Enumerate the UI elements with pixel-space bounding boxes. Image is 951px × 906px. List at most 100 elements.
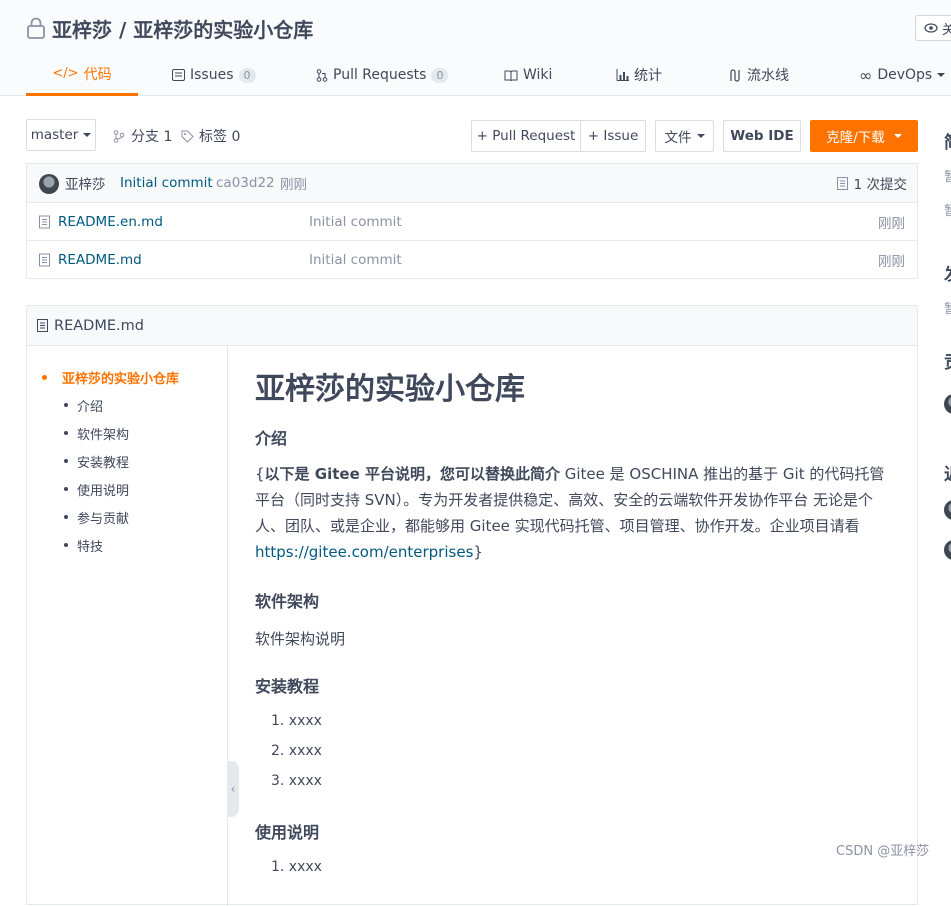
bar-chart-icon — [616, 69, 629, 81]
readme-header: README.md — [27, 306, 917, 346]
lock-icon — [27, 17, 45, 39]
repo-title[interactable]: 亚梓莎 / 亚梓莎的实验小仓库 — [52, 14, 313, 43]
file-icon — [39, 253, 50, 267]
toc-item[interactable]: 软件架构 — [63, 424, 129, 443]
heading-install: 安装教程 — [255, 677, 320, 696]
chevron-down-icon — [893, 134, 902, 138]
clone-download-button[interactable]: 克隆/下载 — [810, 120, 918, 152]
file-commit-message[interactable]: Initial commit — [309, 252, 402, 268]
readme-toc: 亚梓莎的实验小仓库 介绍 软件架构 安装教程 使用说明 参与贡献 特技 — [27, 346, 228, 906]
sidebar-heading: 近 — [944, 460, 951, 485]
code-icon: </> — [52, 66, 79, 81]
file-row[interactable]: README.en.md Initial commit 刚刚 — [27, 203, 917, 241]
heading-architecture: 软件架构 — [255, 592, 320, 611]
file-row[interactable]: README.md Initial commit 刚刚 — [27, 241, 917, 279]
tab-code-label: 代码 — [83, 66, 112, 83]
commit-count-label: 1 次提交 — [853, 177, 907, 193]
file-name-link[interactable]: README.en.md — [58, 214, 163, 230]
tags-label: 标签 0 — [199, 129, 241, 145]
heading-usage: 使用说明 — [255, 823, 320, 842]
tab-pipeline[interactable]: 流水线 — [729, 54, 789, 96]
repo-nav: </> 代码 Issues 0 Pull Requests 0 Wiki 统计 … — [26, 54, 951, 96]
readme-panel: README.md 亚梓莎的实验小仓库 介绍 软件架构 安装教程 使用说明 参与… — [26, 305, 918, 906]
avatar[interactable] — [944, 500, 951, 520]
toc-item[interactable]: 参与贡献 — [63, 508, 129, 527]
branch-select-label: master — [30, 127, 79, 143]
file-list: 亚梓莎 Initial commit ca03d22 刚刚 1 次提交 READ… — [26, 163, 918, 279]
toc-item[interactable]: 亚梓莎的实验小仓库 — [41, 368, 179, 387]
avatar[interactable] — [39, 174, 59, 194]
commit-time: 刚刚 — [280, 177, 307, 193]
sidebar-heading: 贡 — [944, 348, 951, 373]
clone-download-label: 克隆/下载 — [826, 130, 885, 146]
sidebar-text: 暂 — [944, 302, 951, 317]
commit-author[interactable]: 亚梓莎 — [65, 173, 106, 193]
avatar[interactable] — [944, 394, 951, 414]
toc-item[interactable]: 介绍 — [63, 396, 103, 415]
watch-label: 关 — [942, 22, 951, 38]
sidebar-heading: 简 — [944, 128, 951, 153]
sidebar-text: 暂 — [944, 204, 951, 219]
file-name-link[interactable]: README.md — [58, 252, 142, 268]
readme-filename: README.md — [54, 317, 144, 334]
file-commit-message[interactable]: Initial commit — [309, 214, 402, 230]
sidebar-heading: 发 — [944, 260, 951, 285]
chevron-left-icon: ‹ — [230, 782, 236, 796]
web-ide-button[interactable]: Web IDE — [723, 120, 801, 152]
file-commit-time: 刚刚 — [878, 254, 905, 270]
branches-label: 分支 1 — [131, 129, 173, 145]
commit-count-link[interactable]: 1 次提交 — [836, 173, 907, 193]
toc-collapse-toggle[interactable]: ‹ — [227, 761, 239, 817]
chevron-down-icon — [696, 134, 705, 138]
tab-pipeline-label: 流水线 — [747, 68, 789, 84]
commit-hash[interactable]: ca03d22 — [216, 175, 275, 191]
document-icon — [836, 176, 848, 190]
readme-title: 亚梓莎的实验小仓库 — [255, 372, 525, 407]
new-issue-button[interactable]: + Issue — [580, 120, 646, 152]
files-menu-label: 文件 — [664, 130, 692, 146]
tab-devops-label: DevOps — [877, 67, 933, 83]
file-icon — [39, 215, 50, 228]
tab-pull-requests[interactable]: Pull Requests 0 — [316, 54, 449, 96]
tab-stats[interactable]: 统计 — [616, 54, 662, 96]
list-item: 1. xxxx — [271, 713, 322, 729]
branch-icon — [113, 129, 125, 143]
files-menu-button[interactable]: 文件 — [655, 120, 714, 152]
pipeline-icon — [730, 68, 740, 82]
new-pull-request-button[interactable]: + Pull Request — [471, 120, 581, 152]
heading-intro: 介绍 — [255, 429, 288, 448]
book-icon — [504, 70, 518, 81]
pull-request-icon — [316, 68, 328, 82]
chevron-down-icon — [83, 133, 92, 137]
tab-code[interactable]: </> 代码 — [26, 54, 138, 96]
tab-issues[interactable]: Issues 0 — [172, 54, 256, 96]
list-item: 2. xxxx — [271, 743, 322, 759]
repo-title-row: 亚梓莎 / 亚梓莎的实验小仓库 — [26, 14, 313, 42]
issues-icon — [172, 69, 185, 81]
avatar[interactable] — [944, 540, 951, 560]
branch-select[interactable]: master — [26, 119, 96, 151]
tab-pull-requests-label: Pull Requests — [333, 67, 427, 83]
architecture-text: 软件架构说明 — [255, 630, 346, 648]
eye-icon — [924, 23, 938, 33]
tab-stats-label: 统计 — [634, 68, 662, 84]
toc-item[interactable]: 安装教程 — [63, 452, 129, 471]
document-icon — [37, 319, 48, 332]
toc-item[interactable]: 特技 — [63, 536, 103, 555]
branches-link[interactable]: 分支 1 — [113, 126, 172, 146]
intro-paragraph: {以下是 Gitee 平台说明，您可以替换此简介 Gitee 是 OSCHINA… — [255, 461, 890, 565]
commit-message-link[interactable]: Initial commit — [120, 175, 213, 191]
watch-button[interactable]: 关 — [915, 15, 951, 41]
chevron-down-icon — [937, 73, 946, 77]
tab-wiki[interactable]: Wiki — [504, 54, 552, 96]
file-commit-time: 刚刚 — [878, 215, 905, 232]
infinity-icon: ∞ — [859, 65, 873, 85]
enterprises-link[interactable]: https://gitee.com/enterprises — [255, 543, 473, 561]
tab-issues-label: Issues — [190, 67, 234, 83]
latest-commit-row: 亚梓莎 Initial commit ca03d22 刚刚 1 次提交 — [27, 164, 917, 203]
intro-close-brace: } — [473, 543, 483, 561]
toc-item[interactable]: 使用说明 — [63, 480, 129, 499]
tab-devops[interactable]: ∞ DevOps — [859, 54, 946, 96]
intro-open-brace: { — [255, 465, 265, 483]
tags-link[interactable]: 标签 0 — [181, 126, 240, 146]
